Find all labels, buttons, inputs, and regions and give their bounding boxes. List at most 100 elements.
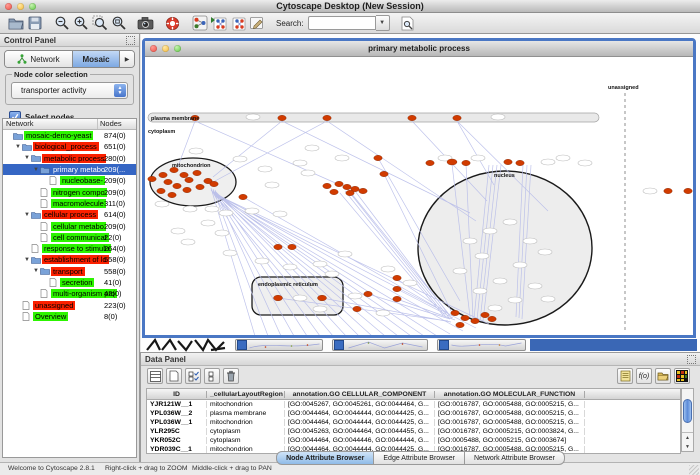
tree-item-label: macromolecule bbox=[51, 199, 106, 208]
minimized-window-icon bbox=[439, 340, 449, 350]
unselect-attributes-icon[interactable] bbox=[204, 368, 220, 384]
app-titlebar: Cytoscape Desktop (New Session) bbox=[0, 0, 700, 13]
table-row[interactable]: YKR052Ccytoplasm[GO:0044464, GO:0044446,… bbox=[147, 436, 680, 445]
column-header-id[interactable]: ID bbox=[147, 391, 207, 398]
column-header-molecular-function[interactable]: annotation.GO MOLECULAR_FUNCTION bbox=[435, 391, 585, 398]
status-welcome: Welcome to Cytoscape 2.8.1 bbox=[8, 465, 95, 472]
zoom-out-icon[interactable] bbox=[52, 14, 71, 32]
mitochondrion-label: mitochondrion bbox=[172, 163, 211, 169]
annotation-icon[interactable] bbox=[247, 14, 266, 32]
formula-icon[interactable]: f(o) bbox=[636, 368, 652, 384]
attribute-table[interactable]: ID _cellularLayoutRegion annotation.GO C… bbox=[146, 388, 681, 454]
minimized-network-window-1[interactable] bbox=[235, 339, 323, 351]
status-zoom-hint: Right-click + drag to ZOOM bbox=[105, 465, 188, 472]
tab-edge-attribute-browser[interactable]: Edge Attribute Browser bbox=[374, 451, 465, 465]
tree-item-biological-process[interactable]: ▼biological_process651(0) bbox=[3, 141, 136, 152]
help-lifesaver-icon[interactable] bbox=[163, 14, 182, 32]
network-view-window[interactable]: primary metabolic process bbox=[142, 38, 696, 338]
column-header-region[interactable]: _cellularLayoutRegion bbox=[207, 391, 285, 398]
tree-item-nitrogen-compo[interactable]: nitrogen compo209(0) bbox=[3, 186, 136, 197]
tab-node-attribute-browser[interactable]: Node Attribute Browser bbox=[276, 451, 374, 465]
tree-item-label: secretion bbox=[60, 278, 94, 287]
attribute-report-icon[interactable] bbox=[617, 368, 633, 384]
node-color-dropdown[interactable]: transporter activity ▲▼ bbox=[11, 82, 128, 99]
zoom-in-icon[interactable] bbox=[71, 14, 90, 32]
scrollbar-thumb[interactable] bbox=[683, 399, 692, 423]
search-input[interactable] bbox=[308, 16, 376, 30]
minimized-network-window-3[interactable] bbox=[437, 339, 526, 351]
table-scrollbar[interactable]: ▲▼ bbox=[681, 388, 694, 452]
control-panel-tabs: Network Mosaic ▶ bbox=[4, 50, 135, 68]
tree-item-metabolic-process[interactable]: ▼metabolic process280(0) bbox=[3, 153, 136, 164]
tree-item-nucleobase-[interactable]: nucleobase-209(0) bbox=[3, 175, 136, 186]
tree-item-establishment-of-lo[interactable]: ▼establishment of lo558(0) bbox=[3, 254, 136, 265]
tree-item-count: 264(0) bbox=[104, 244, 126, 253]
expand-triangle-icon[interactable]: ▼ bbox=[32, 167, 40, 173]
expand-triangle-icon[interactable]: ▼ bbox=[14, 144, 22, 150]
expand-triangle-icon[interactable]: ▼ bbox=[23, 212, 31, 218]
nucleus-label: nucleus bbox=[494, 173, 515, 179]
new-attribute-icon[interactable] bbox=[166, 368, 182, 384]
table-row[interactable]: YJR121W__1mitochondrion[GO:0045267, GO:0… bbox=[147, 400, 680, 409]
tree-item-secretion[interactable]: secretion41(0) bbox=[3, 277, 136, 288]
tab-network-label: Network bbox=[30, 55, 59, 64]
snapshot-camera-icon[interactable] bbox=[136, 14, 155, 32]
tree-item-cell-communicat[interactable]: cell communicat22(0) bbox=[3, 232, 136, 243]
expand-triangle-icon[interactable]: ▼ bbox=[32, 268, 40, 274]
tree-item-macromolecule[interactable]: macromolecule311(0) bbox=[3, 198, 136, 209]
create-network-view-icon[interactable] bbox=[209, 14, 228, 32]
expand-triangle-icon[interactable]: ▼ bbox=[23, 155, 31, 161]
heatmap-icon[interactable] bbox=[674, 368, 690, 384]
search-config-icon[interactable] bbox=[398, 14, 417, 32]
minimized-network-window-2[interactable] bbox=[332, 339, 428, 351]
open-icon[interactable] bbox=[6, 14, 25, 32]
delete-attribute-icon[interactable] bbox=[223, 368, 239, 384]
tab-mosaic[interactable]: Mosaic bbox=[72, 51, 119, 67]
tree-item-multi-organism-pro[interactable]: multi-organism pro42(0) bbox=[3, 288, 136, 299]
tree-item-count: 42(0) bbox=[104, 289, 122, 298]
tree-item-cellular-metabo[interactable]: cellular metabo209(0) bbox=[3, 220, 136, 231]
select-attributes-icon[interactable] bbox=[185, 368, 201, 384]
folder-icon bbox=[13, 132, 24, 140]
network-desktop: primary metabolic process bbox=[141, 34, 700, 352]
search-dropdown-button[interactable]: ▼ bbox=[376, 15, 390, 31]
network-canvas[interactable]: plasma membrane cytoplasm mitochondrion … bbox=[145, 57, 693, 335]
dropdown-stepper-icon: ▲▼ bbox=[114, 84, 126, 97]
attribute-table-icon[interactable] bbox=[147, 368, 163, 384]
import-attributes-icon[interactable] bbox=[655, 368, 671, 384]
scrollbar-arrows[interactable]: ▲▼ bbox=[682, 432, 693, 451]
float-panel-icon[interactable] bbox=[687, 355, 696, 364]
tab-overflow-arrow[interactable]: ▶ bbox=[119, 51, 134, 67]
float-panel-icon[interactable] bbox=[126, 36, 135, 45]
tab-network[interactable]: Network bbox=[5, 51, 72, 67]
background-network-fragment bbox=[145, 338, 233, 352]
table-cell: YKR052C bbox=[147, 437, 207, 444]
zoom-fit-icon[interactable] bbox=[109, 14, 128, 32]
data-panel-header: Data Panel bbox=[141, 353, 700, 366]
table-row[interactable]: YPL036W__1mitochondrion[GO:0044464, GO:0… bbox=[147, 418, 680, 427]
column-header-cellular-component[interactable]: annotation.GO CELLULAR_COMPONENT bbox=[285, 391, 435, 398]
vizmapper-icon[interactable] bbox=[190, 14, 209, 32]
tab-network-attribute-browser[interactable]: Network Attribute Browser bbox=[465, 451, 565, 465]
tree-item-label: biological_process bbox=[33, 142, 99, 151]
tree-item-cellular-process[interactable]: ▼cellular process614(0) bbox=[3, 209, 136, 220]
tree-item-response-to-stimulu[interactable]: response to stimulu264(0) bbox=[3, 243, 136, 254]
tree-item-unassigned[interactable]: unassigned223(0) bbox=[3, 299, 136, 310]
zoom-selected-icon[interactable] bbox=[90, 14, 109, 32]
save-icon[interactable] bbox=[25, 14, 44, 32]
table-row[interactable]: YLR295Ccytoplasm[GO:0045263, GO:0044464,… bbox=[147, 427, 680, 436]
table-cell: mitochondrion bbox=[207, 401, 285, 408]
tree-item-label: metabolic process bbox=[42, 154, 106, 163]
destroy-network-view-icon[interactable] bbox=[228, 14, 247, 32]
tree-item-primary-metabo[interactable]: ▼primary metabo209(... bbox=[3, 164, 136, 175]
table-cell: [GO:0016787, GO:0005488, GO:0005215, G..… bbox=[435, 419, 585, 426]
network-window-titlebar[interactable]: primary metabolic process bbox=[145, 41, 693, 57]
tree-column-nodes[interactable]: Nodes bbox=[97, 119, 136, 129]
expand-triangle-icon[interactable]: ▼ bbox=[23, 257, 31, 263]
network-graph[interactable]: plasma membrane cytoplasm mitochondrion … bbox=[145, 57, 693, 335]
tree-item-mosaic-demo-yeast[interactable]: mosaic-demo-yeast874(0) bbox=[3, 130, 136, 141]
table-row[interactable]: YPL036W__2plasma membrane[GO:0044464, GO… bbox=[147, 409, 680, 418]
tree-column-network[interactable]: Network bbox=[3, 119, 97, 129]
tree-item-overview[interactable]: Overview8(0) bbox=[3, 311, 136, 322]
tree-item-transport[interactable]: ▼transport558(0) bbox=[3, 266, 136, 277]
